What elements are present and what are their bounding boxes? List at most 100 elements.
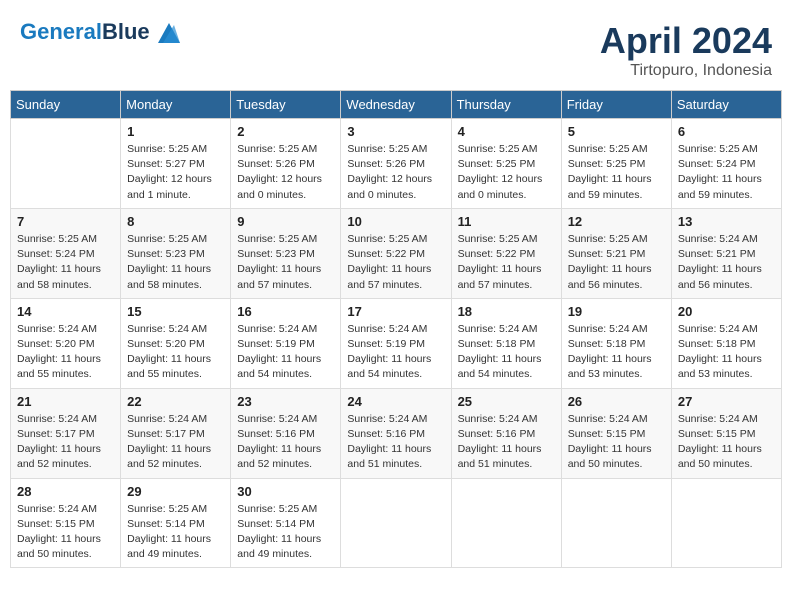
day-info: Sunrise: 5:24 AM Sunset: 5:16 PM Dayligh… bbox=[237, 412, 334, 473]
calendar-day-cell: 23 Sunrise: 5:24 AM Sunset: 5:16 PM Dayli… bbox=[231, 388, 341, 478]
weekday-header-row: SundayMondayTuesdayWednesdayThursdayFrid… bbox=[11, 91, 782, 119]
calendar-day-cell: 25 Sunrise: 5:24 AM Sunset: 5:16 PM Dayli… bbox=[451, 388, 561, 478]
day-number: 14 bbox=[17, 304, 114, 319]
day-info: Sunrise: 5:24 AM Sunset: 5:18 PM Dayligh… bbox=[458, 322, 555, 383]
calendar-day-cell: 2 Sunrise: 5:25 AM Sunset: 5:26 PM Daylig… bbox=[231, 119, 341, 209]
day-number: 15 bbox=[127, 304, 224, 319]
calendar-day-cell: 7 Sunrise: 5:25 AM Sunset: 5:24 PM Daylig… bbox=[11, 208, 121, 298]
calendar-day-cell: 6 Sunrise: 5:25 AM Sunset: 5:24 PM Daylig… bbox=[671, 119, 781, 209]
day-number: 29 bbox=[127, 484, 224, 499]
day-info: Sunrise: 5:25 AM Sunset: 5:27 PM Dayligh… bbox=[127, 142, 224, 203]
day-number: 27 bbox=[678, 394, 775, 409]
day-number: 13 bbox=[678, 214, 775, 229]
day-info: Sunrise: 5:24 AM Sunset: 5:16 PM Dayligh… bbox=[458, 412, 555, 473]
logo: GeneralBlue bbox=[20, 20, 180, 44]
day-number: 19 bbox=[568, 304, 665, 319]
page-header: GeneralBlue April 2024 Tirtopuro, Indone… bbox=[10, 10, 782, 85]
day-number: 6 bbox=[678, 124, 775, 139]
calendar-day-cell bbox=[451, 478, 561, 568]
day-number: 28 bbox=[17, 484, 114, 499]
day-number: 9 bbox=[237, 214, 334, 229]
day-number: 5 bbox=[568, 124, 665, 139]
location-subtitle: Tirtopuro, Indonesia bbox=[600, 62, 772, 80]
day-info: Sunrise: 5:25 AM Sunset: 5:23 PM Dayligh… bbox=[127, 232, 224, 293]
day-info: Sunrise: 5:24 AM Sunset: 5:15 PM Dayligh… bbox=[678, 412, 775, 473]
weekday-header-cell: Tuesday bbox=[231, 91, 341, 119]
weekday-header-cell: Monday bbox=[121, 91, 231, 119]
day-info: Sunrise: 5:24 AM Sunset: 5:21 PM Dayligh… bbox=[678, 232, 775, 293]
calendar-day-cell: 21Sunrise: 5:24 AM Sunset: 5:17 PM Dayli… bbox=[11, 388, 121, 478]
day-number: 3 bbox=[347, 124, 444, 139]
day-number: 17 bbox=[347, 304, 444, 319]
calendar-table: SundayMondayTuesdayWednesdayThursdayFrid… bbox=[10, 90, 782, 568]
calendar-day-cell: 20Sunrise: 5:24 AM Sunset: 5:18 PM Dayli… bbox=[671, 298, 781, 388]
day-number: 24 bbox=[347, 394, 444, 409]
calendar-day-cell: 24 Sunrise: 5:24 AM Sunset: 5:16 PM Dayli… bbox=[341, 388, 451, 478]
day-number: 1 bbox=[127, 124, 224, 139]
calendar-day-cell: 30Sunrise: 5:25 AM Sunset: 5:14 PM Dayli… bbox=[231, 478, 341, 568]
day-number: 7 bbox=[17, 214, 114, 229]
logo-icon bbox=[158, 23, 180, 43]
weekday-header-cell: Wednesday bbox=[341, 91, 451, 119]
calendar-week-row: 21Sunrise: 5:24 AM Sunset: 5:17 PM Dayli… bbox=[11, 388, 782, 478]
calendar-day-cell: 1 Sunrise: 5:25 AM Sunset: 5:27 PM Daylig… bbox=[121, 119, 231, 209]
calendar-week-row: 28 Sunrise: 5:24 AM Sunset: 5:15 PM Dayli… bbox=[11, 478, 782, 568]
calendar-week-row: 7 Sunrise: 5:25 AM Sunset: 5:24 PM Daylig… bbox=[11, 208, 782, 298]
day-number: 25 bbox=[458, 394, 555, 409]
day-number: 8 bbox=[127, 214, 224, 229]
calendar-day-cell: 22Sunrise: 5:24 AM Sunset: 5:17 PM Dayli… bbox=[121, 388, 231, 478]
day-info: Sunrise: 5:25 AM Sunset: 5:24 PM Dayligh… bbox=[17, 232, 114, 293]
calendar-day-cell: 8 Sunrise: 5:25 AM Sunset: 5:23 PM Daylig… bbox=[121, 208, 231, 298]
day-info: Sunrise: 5:24 AM Sunset: 5:19 PM Dayligh… bbox=[347, 322, 444, 383]
logo-text: GeneralBlue bbox=[20, 20, 180, 44]
calendar-day-cell: 18Sunrise: 5:24 AM Sunset: 5:18 PM Dayli… bbox=[451, 298, 561, 388]
calendar-day-cell bbox=[671, 478, 781, 568]
calendar-day-cell bbox=[561, 478, 671, 568]
month-title: April 2024 bbox=[600, 20, 772, 62]
calendar-day-cell bbox=[11, 119, 121, 209]
day-info: Sunrise: 5:24 AM Sunset: 5:16 PM Dayligh… bbox=[347, 412, 444, 473]
calendar-week-row: 14 Sunrise: 5:24 AM Sunset: 5:20 PM Dayli… bbox=[11, 298, 782, 388]
calendar-day-cell: 19 Sunrise: 5:24 AM Sunset: 5:18 PM Dayli… bbox=[561, 298, 671, 388]
day-info: Sunrise: 5:25 AM Sunset: 5:22 PM Dayligh… bbox=[347, 232, 444, 293]
day-info: Sunrise: 5:25 AM Sunset: 5:21 PM Dayligh… bbox=[568, 232, 665, 293]
calendar-week-row: 1 Sunrise: 5:25 AM Sunset: 5:27 PM Daylig… bbox=[11, 119, 782, 209]
weekday-header-cell: Thursday bbox=[451, 91, 561, 119]
calendar-day-cell: 4 Sunrise: 5:25 AM Sunset: 5:25 PM Daylig… bbox=[451, 119, 561, 209]
weekday-header-cell: Sunday bbox=[11, 91, 121, 119]
day-info: Sunrise: 5:25 AM Sunset: 5:25 PM Dayligh… bbox=[458, 142, 555, 203]
day-info: Sunrise: 5:24 AM Sunset: 5:15 PM Dayligh… bbox=[17, 502, 114, 563]
calendar-day-cell: 29 Sunrise: 5:25 AM Sunset: 5:14 PM Dayli… bbox=[121, 478, 231, 568]
day-info: Sunrise: 5:24 AM Sunset: 5:19 PM Dayligh… bbox=[237, 322, 334, 383]
day-info: Sunrise: 5:25 AM Sunset: 5:14 PM Dayligh… bbox=[127, 502, 224, 563]
day-number: 30 bbox=[237, 484, 334, 499]
calendar-day-cell bbox=[341, 478, 451, 568]
calendar-day-cell: 28 Sunrise: 5:24 AM Sunset: 5:15 PM Dayli… bbox=[11, 478, 121, 568]
day-number: 11 bbox=[458, 214, 555, 229]
day-number: 12 bbox=[568, 214, 665, 229]
calendar-day-cell: 14Sunrise: 5:24 AM Sunset: 5:20 PM Dayli… bbox=[11, 298, 121, 388]
calendar-day-cell: 9 Sunrise: 5:25 AM Sunset: 5:23 PM Daylig… bbox=[231, 208, 341, 298]
calendar-day-cell: 5 Sunrise: 5:25 AM Sunset: 5:25 PM Daylig… bbox=[561, 119, 671, 209]
weekday-header-cell: Friday bbox=[561, 91, 671, 119]
day-info: Sunrise: 5:25 AM Sunset: 5:22 PM Dayligh… bbox=[458, 232, 555, 293]
day-number: 20 bbox=[678, 304, 775, 319]
calendar-day-cell: 12 Sunrise: 5:25 AM Sunset: 5:21 PM Dayli… bbox=[561, 208, 671, 298]
day-info: Sunrise: 5:25 AM Sunset: 5:24 PM Dayligh… bbox=[678, 142, 775, 203]
day-info: Sunrise: 5:24 AM Sunset: 5:18 PM Dayligh… bbox=[568, 322, 665, 383]
day-info: Sunrise: 5:24 AM Sunset: 5:17 PM Dayligh… bbox=[127, 412, 224, 473]
day-number: 2 bbox=[237, 124, 334, 139]
day-info: Sunrise: 5:25 AM Sunset: 5:23 PM Dayligh… bbox=[237, 232, 334, 293]
day-number: 10 bbox=[347, 214, 444, 229]
day-number: 23 bbox=[237, 394, 334, 409]
day-info: Sunrise: 5:25 AM Sunset: 5:25 PM Dayligh… bbox=[568, 142, 665, 203]
calendar-day-cell: 15 Sunrise: 5:24 AM Sunset: 5:20 PM Dayli… bbox=[121, 298, 231, 388]
calendar-day-cell: 13 Sunrise: 5:24 AM Sunset: 5:21 PM Dayli… bbox=[671, 208, 781, 298]
calendar-body: 1 Sunrise: 5:25 AM Sunset: 5:27 PM Daylig… bbox=[11, 119, 782, 568]
calendar-day-cell: 17 Sunrise: 5:24 AM Sunset: 5:19 PM Dayli… bbox=[341, 298, 451, 388]
day-number: 4 bbox=[458, 124, 555, 139]
day-info: Sunrise: 5:25 AM Sunset: 5:26 PM Dayligh… bbox=[237, 142, 334, 203]
calendar-day-cell: 11 Sunrise: 5:25 AM Sunset: 5:22 PM Dayli… bbox=[451, 208, 561, 298]
day-info: Sunrise: 5:24 AM Sunset: 5:15 PM Dayligh… bbox=[568, 412, 665, 473]
day-info: Sunrise: 5:24 AM Sunset: 5:20 PM Dayligh… bbox=[127, 322, 224, 383]
